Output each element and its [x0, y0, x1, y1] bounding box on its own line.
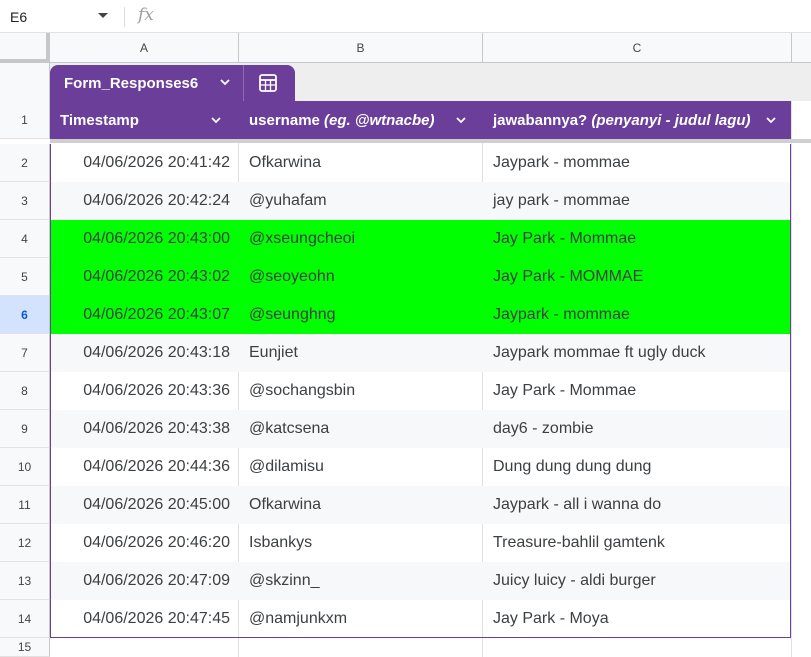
column-header-c[interactable]: C: [483, 33, 792, 63]
table-row: 04/06/2026 20:43:18 Eunjiet Jaypark mommae…: [51, 334, 790, 372]
timestamp-cell[interactable]: 04/06/2026 20:41:42: [51, 144, 239, 182]
answer-cell[interactable]: Jay Park - Moya: [493, 600, 783, 638]
table-name[interactable]: Form_Responses6: [64, 65, 198, 101]
username-cell[interactable]: @sochangsbin: [249, 372, 483, 410]
table-row: 04/06/2026 20:47:45 @namjunkxm Jay Park - …: [51, 600, 790, 638]
header-username-hint: (eg. @wtnacbe): [324, 111, 435, 129]
answer-cell[interactable]: Jaypark - mommae: [493, 144, 783, 182]
header-timestamp[interactable]: Timestamp: [60, 101, 139, 139]
table-row: 04/06/2026 20:41:42 Ofkarwina Jaypark - mo…: [51, 144, 790, 182]
row-header-4[interactable]: 4: [0, 220, 50, 258]
column-header-a[interactable]: A: [50, 33, 239, 63]
row-header-1[interactable]: 1: [0, 101, 50, 139]
username-cell[interactable]: @seunghng: [249, 296, 483, 334]
answer-cell[interactable]: Jay Park - Mommae: [493, 372, 783, 410]
row-header-11[interactable]: 11: [0, 486, 50, 524]
username-cell[interactable]: @katcsena: [249, 410, 483, 448]
row-header-8[interactable]: 8: [0, 372, 50, 410]
answer-cell[interactable]: Jay Park - MOMMAE: [493, 258, 783, 296]
timestamp-cell[interactable]: 04/06/2026 20:43:18: [51, 334, 239, 372]
table-row: 04/06/2026 20:43:38 @katcsena day6 - zombi…: [51, 410, 790, 448]
timestamp-cell[interactable]: 04/06/2026 20:47:45: [51, 600, 239, 638]
username-cell[interactable]: @dilamisu: [249, 448, 483, 486]
row-header-14[interactable]: 14: [0, 600, 50, 638]
header-timestamp-label: Timestamp: [60, 111, 139, 129]
header-answer-label: jawabannya?: [493, 111, 592, 129]
table-row: 04/06/2026 20:42:24 @yuhafam jay park - mo…: [51, 182, 790, 220]
fx-icon: fx: [138, 5, 154, 25]
answer-cell[interactable]: Jaypark - mommae: [493, 296, 783, 334]
select-all-corner[interactable]: [0, 33, 50, 63]
table-row: 04/06/2026 20:43:02 @seoyeohn Jay Park - M…: [51, 258, 790, 296]
chevron-down-icon[interactable]: [766, 115, 776, 125]
timestamp-cell[interactable]: 04/06/2026 20:46:20: [51, 524, 239, 562]
username-cell[interactable]: Eunjiet: [249, 334, 483, 372]
table-row: 04/06/2026 20:46:20 Isbankys Treasure-bahl…: [51, 524, 790, 562]
timestamp-cell[interactable]: 04/06/2026 20:43:00: [51, 220, 239, 258]
cell-reference: E6: [10, 8, 28, 25]
row-header-9[interactable]: 9: [0, 410, 50, 448]
row-header-10[interactable]: 10: [0, 448, 50, 486]
table-row: 04/06/2026 20:45:00 Ofkarwina Jaypark - al…: [51, 486, 790, 524]
table-body: 04/06/2026 20:41:42 Ofkarwina Jaypark - mo…: [50, 144, 791, 638]
table-tab[interactable]: Form_Responses6: [50, 65, 295, 101]
timestamp-cell[interactable]: 04/06/2026 20:43:36: [51, 372, 239, 410]
answer-cell[interactable]: Jaypark mommae ft ugly duck: [493, 334, 783, 372]
timestamp-cell[interactable]: 04/06/2026 20:43:38: [51, 410, 239, 448]
answer-cell[interactable]: Treasure-bahlil gamtenk: [493, 524, 783, 562]
table-row: 04/06/2026 20:47:09 @skzinn_ Juicy luicy -…: [51, 562, 790, 600]
row-header-15[interactable]: 15: [0, 638, 50, 657]
username-cell[interactable]: @yuhafam: [249, 182, 483, 220]
chevron-down-icon[interactable]: [211, 115, 221, 125]
timestamp-cell[interactable]: 04/06/2026 20:45:00: [51, 486, 239, 524]
timestamp-cell[interactable]: 04/06/2026 20:43:07: [51, 296, 239, 334]
grid-line: [791, 63, 792, 657]
column-header-b[interactable]: B: [239, 33, 483, 63]
answer-cell[interactable]: Juicy luicy - aldi burger: [493, 562, 783, 600]
username-cell[interactable]: Isbankys: [249, 524, 483, 562]
username-cell[interactable]: @seoyeohn: [249, 258, 483, 296]
row-header-3[interactable]: 3: [0, 182, 50, 220]
username-cell[interactable]: Ofkarwina: [249, 486, 483, 524]
frozen-header-divider: [50, 139, 811, 143]
formula-input[interactable]: [170, 0, 800, 33]
timestamp-cell[interactable]: 04/06/2026 20:43:02: [51, 258, 239, 296]
username-cell[interactable]: @namjunkxm: [249, 600, 483, 638]
chevron-down-icon[interactable]: [220, 77, 230, 87]
row-header-6[interactable]: 6: [0, 296, 50, 334]
header-username[interactable]: username (eg. @wtnacbe): [249, 101, 435, 139]
header-username-label: username: [249, 111, 325, 129]
header-answer[interactable]: jawabannya? (penyanyi - judul lagu): [493, 101, 751, 139]
table-row: 04/06/2026 20:43:07 @seunghng Jaypark - mo…: [51, 296, 790, 334]
username-cell[interactable]: @skzinn_: [249, 562, 483, 600]
row-header-12[interactable]: 12: [0, 524, 50, 562]
row-header-5[interactable]: 5: [0, 258, 50, 296]
answer-cell[interactable]: jay park - mommae: [493, 182, 783, 220]
header-answer-hint: (penyanyi - judul lagu): [591, 111, 751, 129]
table-row: 04/06/2026 20:44:36 @dilamisu Dung dung du…: [51, 448, 790, 486]
username-cell[interactable]: @xseungcheoi: [249, 220, 483, 258]
tab-divider: [243, 65, 244, 101]
table-row: 04/06/2026 20:43:36 @sochangsbin Jay Park …: [51, 372, 790, 410]
answer-cell[interactable]: Jay Park - Mommae: [493, 220, 783, 258]
answer-cell[interactable]: Dung dung dung dung: [493, 448, 783, 486]
timestamp-cell[interactable]: 04/06/2026 20:44:36: [51, 448, 239, 486]
row-header-spacer: [0, 63, 50, 101]
timestamp-cell[interactable]: 04/06/2026 20:47:09: [51, 562, 239, 600]
timestamp-cell[interactable]: 04/06/2026 20:42:24: [51, 182, 239, 220]
table-header-row: Timestamp username (eg. @wtnacbe) jawaba…: [50, 101, 791, 139]
table-row: 04/06/2026 20:43:00 @xseungcheoi Jay Park …: [51, 220, 790, 258]
name-box-dropdown-icon[interactable]: [98, 13, 108, 18]
row-header-7[interactable]: 7: [0, 334, 50, 372]
chevron-down-icon[interactable]: [456, 115, 466, 125]
username-cell[interactable]: Ofkarwina: [249, 144, 483, 182]
row-header-13[interactable]: 13: [0, 562, 50, 600]
row-header-2[interactable]: 2: [0, 144, 50, 182]
formula-bar: E6 fx: [0, 0, 811, 33]
answer-cell[interactable]: Jaypark - all i wanna do: [493, 486, 783, 524]
table-view-icon[interactable]: [258, 73, 278, 93]
formula-bar-divider: [124, 7, 125, 27]
answer-cell[interactable]: day6 - zombie: [493, 410, 783, 448]
